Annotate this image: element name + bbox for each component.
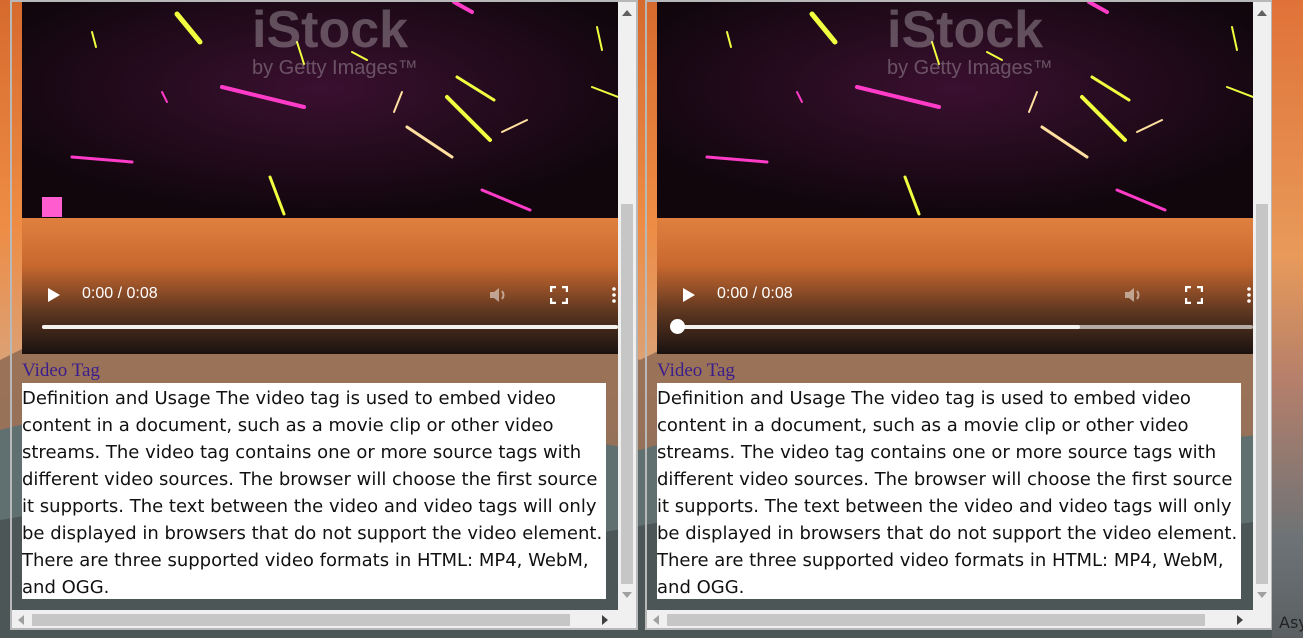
fullscreen-icon[interactable]	[550, 286, 568, 304]
video-tag-title: Video Tag	[22, 360, 100, 381]
play-icon[interactable]	[48, 288, 60, 302]
volume-icon[interactable]	[1123, 285, 1145, 305]
scroll-down-arrow-icon[interactable]	[1257, 592, 1267, 598]
more-options-icon[interactable]	[1247, 286, 1251, 304]
horizontal-scroll-thumb[interactable]	[667, 614, 1205, 626]
progress-buffered	[677, 325, 1081, 329]
video-player[interactable]: iStock by Getty Images™ 0:00 / 0:08	[22, 2, 618, 354]
vertical-scroll-thumb[interactable]	[621, 204, 633, 584]
progress-buffered	[42, 325, 618, 329]
horizontal-scrollbar[interactable]	[12, 610, 636, 628]
video-time: 0:00 / 0:08	[717, 285, 793, 302]
scroll-left-arrow-icon[interactable]	[653, 615, 659, 625]
horizontal-scroll-thumb[interactable]	[32, 614, 570, 626]
scroll-up-arrow-icon[interactable]	[1257, 10, 1267, 16]
scroll-down-arrow-icon[interactable]	[622, 592, 632, 598]
desktop-edge	[1272, 0, 1303, 638]
progress-bar[interactable]	[677, 325, 1253, 329]
scroll-right-arrow-icon[interactable]	[1237, 615, 1243, 625]
vertical-scrollbar[interactable]	[618, 2, 636, 610]
edge-text: Asy	[1279, 613, 1303, 632]
play-icon[interactable]	[683, 288, 695, 302]
scroll-right-arrow-icon[interactable]	[602, 615, 608, 625]
video-time: 0:00 / 0:08	[82, 285, 158, 302]
video-player[interactable]: iStock by Getty Images™ 0:00 / 0:08	[657, 2, 1253, 354]
scroll-left-arrow-icon[interactable]	[18, 615, 24, 625]
right-pane: iStock by Getty Images™ 0:00 / 0:08 Vide…	[645, 0, 1273, 630]
video-tag-title: Video Tag	[657, 360, 735, 381]
video-frame: iStock by Getty Images™	[657, 2, 1253, 218]
watermark-sub: by Getty Images™	[252, 57, 418, 79]
progress-bar[interactable]	[42, 325, 618, 329]
more-options-icon[interactable]	[612, 286, 616, 304]
scroll-up-arrow-icon[interactable]	[622, 10, 632, 16]
video-tag-heading: Video Tag	[22, 360, 100, 382]
scrollbar-corner	[620, 610, 636, 628]
progress-knob[interactable]	[670, 319, 685, 334]
horizontal-scrollbar[interactable]	[647, 610, 1271, 628]
description-text: Definition and Usage The video tag is us…	[22, 383, 606, 599]
vertical-scrollbar[interactable]	[1253, 2, 1271, 610]
watermark-brand: iStock	[252, 2, 408, 59]
video-tag-heading: Video Tag	[657, 360, 735, 382]
fullscreen-icon[interactable]	[1185, 286, 1203, 304]
scrollbar-corner	[1255, 610, 1271, 628]
video-frame: iStock by Getty Images™	[22, 2, 618, 218]
left-pane: iStock by Getty Images™ 0:00 / 0:08 Vide…	[10, 0, 638, 630]
volume-icon[interactable]	[488, 285, 510, 305]
video-controls: 0:00 / 0:08	[22, 272, 618, 352]
watermark-sub: by Getty Images™	[887, 57, 1053, 79]
watermark-brand: iStock	[887, 2, 1043, 59]
video-controls: 0:00 / 0:08	[657, 272, 1253, 352]
description-text: Definition and Usage The video tag is us…	[657, 383, 1241, 599]
vertical-scroll-thumb[interactable]	[1256, 204, 1268, 584]
